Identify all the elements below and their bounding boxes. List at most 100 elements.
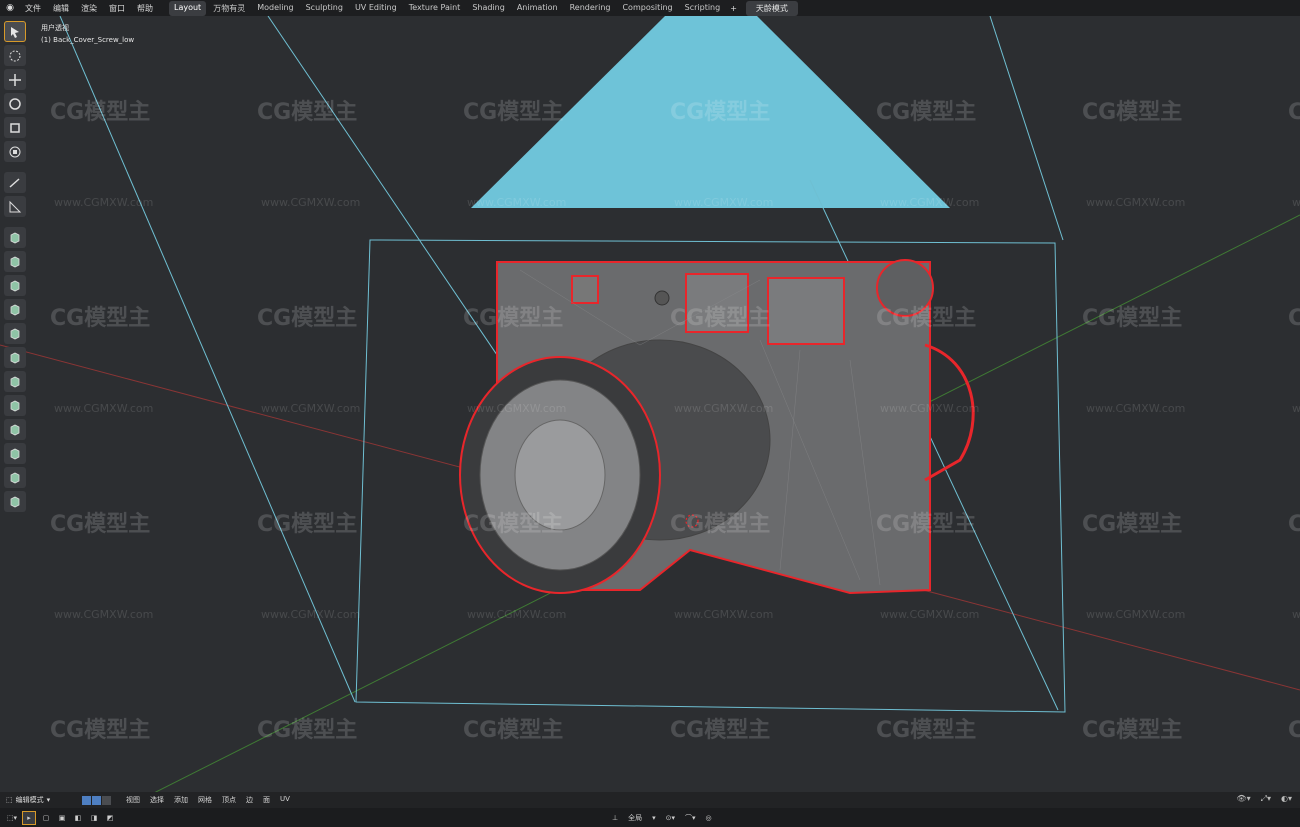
transform-tool-button[interactable] (4, 141, 26, 162)
shrink-fatten-icon (10, 448, 20, 459)
rotate-tool-button[interactable] (4, 93, 26, 114)
select-box-icon (11, 26, 19, 38)
inset-tool-button[interactable] (4, 251, 26, 272)
viewport-header: ⬚ 编辑模式 ▾ 视图 选择 添加 网格 顶点 边 面 UV 👁▾ ⤢▾ ◐▾ (0, 792, 1300, 808)
active-object-name: (1) Back_Cover_Screw_low (41, 36, 135, 44)
snap-icon[interactable]: ⌒▾ (685, 813, 696, 823)
tab-compositing[interactable]: Compositing (617, 1, 677, 16)
view-object-types-icon[interactable]: 👁▾ (1236, 794, 1250, 804)
tab-uv-editing[interactable]: UV Editing (350, 1, 402, 16)
menu-mesh[interactable]: 网格 (193, 795, 217, 805)
pivot-icon[interactable]: ⊙▾ (666, 814, 675, 822)
add-workspace-button[interactable]: + (725, 4, 742, 13)
edge-slide-icon (10, 424, 20, 435)
blender-logo-icon[interactable]: ◉ (3, 1, 17, 15)
mode-invert-icon[interactable]: ◨ (88, 812, 100, 824)
viewport-canvas[interactable] (0, 16, 1300, 792)
spin-tool-button[interactable] (4, 371, 26, 392)
tab-rendering[interactable]: Rendering (565, 1, 616, 16)
rip-tool-button[interactable] (4, 491, 26, 512)
edge-select-icon[interactable] (92, 795, 101, 805)
mode-select[interactable]: ⬚ 编辑模式 ▾ (6, 795, 76, 805)
extrude-icon (10, 232, 20, 243)
mode-intersect-icon[interactable]: ◩ (104, 812, 116, 824)
move-icon (9, 73, 21, 86)
shear-tool-button[interactable] (4, 467, 26, 488)
vertex-select-icon[interactable] (82, 795, 91, 805)
knife-tool-button[interactable] (4, 323, 26, 344)
mode-new-icon[interactable]: ▢ (40, 812, 52, 824)
orientation-icon[interactable]: ⊥ (612, 814, 618, 822)
tool-shelf (4, 21, 28, 512)
tool-settings-left: ⬚▾ ▸ ▢ ▣ ◧ ◨ ◩ (6, 810, 116, 825)
edit-mode-icon: ⬚ (6, 796, 13, 804)
poly-build-icon (10, 352, 20, 363)
scale-tool-button[interactable] (4, 117, 26, 138)
tab-modeling[interactable]: Modeling (252, 1, 298, 16)
workspace-tabs: Layout 万物有灵 Modeling Sculpting UV Editin… (169, 0, 726, 16)
transform-icon (9, 146, 21, 157)
cursor-icon (9, 50, 21, 61)
bevel-tool-button[interactable] (4, 275, 26, 296)
menu-vertex[interactable]: 顶点 (217, 795, 241, 805)
menu-view[interactable]: 视图 (121, 795, 145, 805)
menu-file[interactable]: 文件 (19, 3, 47, 14)
3d-viewport[interactable]: CG模型主 www.CGMXW.com CG模型主 www.CGMXW.com CG模型… (0, 16, 1300, 792)
tab-shading[interactable]: Shading (467, 1, 510, 16)
top-bar: ◉ 文件 编辑 渲染 窗口 帮助 Layout 万物有灵 Modeling Sc… (0, 0, 1300, 16)
tab-scripting[interactable]: Scripting (680, 1, 726, 16)
menu-help[interactable]: 帮助 (131, 3, 159, 14)
mode-extend-icon[interactable]: ▣ (56, 812, 68, 824)
scale-icon (10, 122, 20, 133)
select-mode-buttons (82, 795, 111, 805)
extrude-tool-button[interactable] (4, 227, 26, 248)
select-box-tool-button[interactable] (4, 21, 26, 42)
menu-face[interactable]: 面 (258, 795, 275, 805)
overlay-toggle-icon[interactable]: ◐▾ (1281, 794, 1292, 804)
smooth-tool-button[interactable] (4, 395, 26, 416)
scene-selector[interactable]: 天龄模式 (745, 0, 798, 16)
spin-icon (10, 376, 20, 387)
camera-mesh (459, 259, 975, 595)
chevron-down-icon: ▾ (46, 796, 51, 804)
edge-slide-tool-button[interactable] (4, 419, 26, 440)
tab-custom[interactable]: 万物有灵 (208, 1, 250, 16)
chevron-down-icon: ▾ (652, 813, 656, 822)
poly-build-tool-button[interactable] (4, 347, 26, 368)
orientation-label[interactable]: 全局 (628, 813, 642, 823)
menu-window[interactable]: 窗口 (103, 3, 131, 14)
mode-subtract-icon[interactable]: ◧ (72, 812, 84, 824)
annotate-icon (9, 177, 20, 188)
menu-render[interactable]: 渲染 (75, 3, 103, 14)
menu-uv[interactable]: UV (275, 795, 295, 805)
menu-add[interactable]: 添加 (169, 795, 193, 805)
toolbar-separator (4, 165, 28, 169)
tab-animation[interactable]: Animation (512, 1, 563, 16)
gizmo-toggle-icon[interactable]: ⤢▾ (1261, 794, 1271, 804)
select-tool-icon[interactable]: ⬚▾ (6, 812, 18, 824)
tab-texture-paint[interactable]: Texture Paint (404, 1, 466, 16)
menu-edge[interactable]: 边 (241, 795, 258, 805)
measure-tool-button[interactable] (4, 196, 26, 217)
smooth-icon (10, 400, 20, 411)
knife-icon (10, 328, 20, 339)
camera-triangle (471, 16, 950, 208)
cursor-tool-button[interactable] (4, 45, 26, 66)
shear-icon (10, 472, 20, 483)
annotate-tool-button[interactable] (4, 172, 26, 193)
face-select-icon[interactable] (102, 795, 111, 805)
mode-label: 编辑模式 (15, 796, 44, 804)
move-tool-button[interactable] (4, 69, 26, 90)
menu-select[interactable]: 选择 (145, 795, 169, 805)
measure-icon (9, 200, 22, 212)
menu-edit[interactable]: 编辑 (47, 3, 75, 14)
proportional-edit-icon[interactable]: ◎ (706, 814, 712, 822)
shrink-fatten-tool-button[interactable] (4, 443, 26, 464)
header-menus: 视图 选择 添加 网格 顶点 边 面 UV (121, 795, 295, 805)
loop-cut-tool-button[interactable] (4, 299, 26, 320)
main-menu: 文件 编辑 渲染 窗口 帮助 (19, 3, 159, 14)
header-right-controls: 👁▾ ⤢▾ ◐▾ (1236, 794, 1292, 804)
tab-layout[interactable]: Layout (169, 0, 207, 16)
tweak-icon[interactable]: ▸ (22, 810, 36, 825)
tab-sculpting[interactable]: Sculpting (301, 1, 348, 16)
